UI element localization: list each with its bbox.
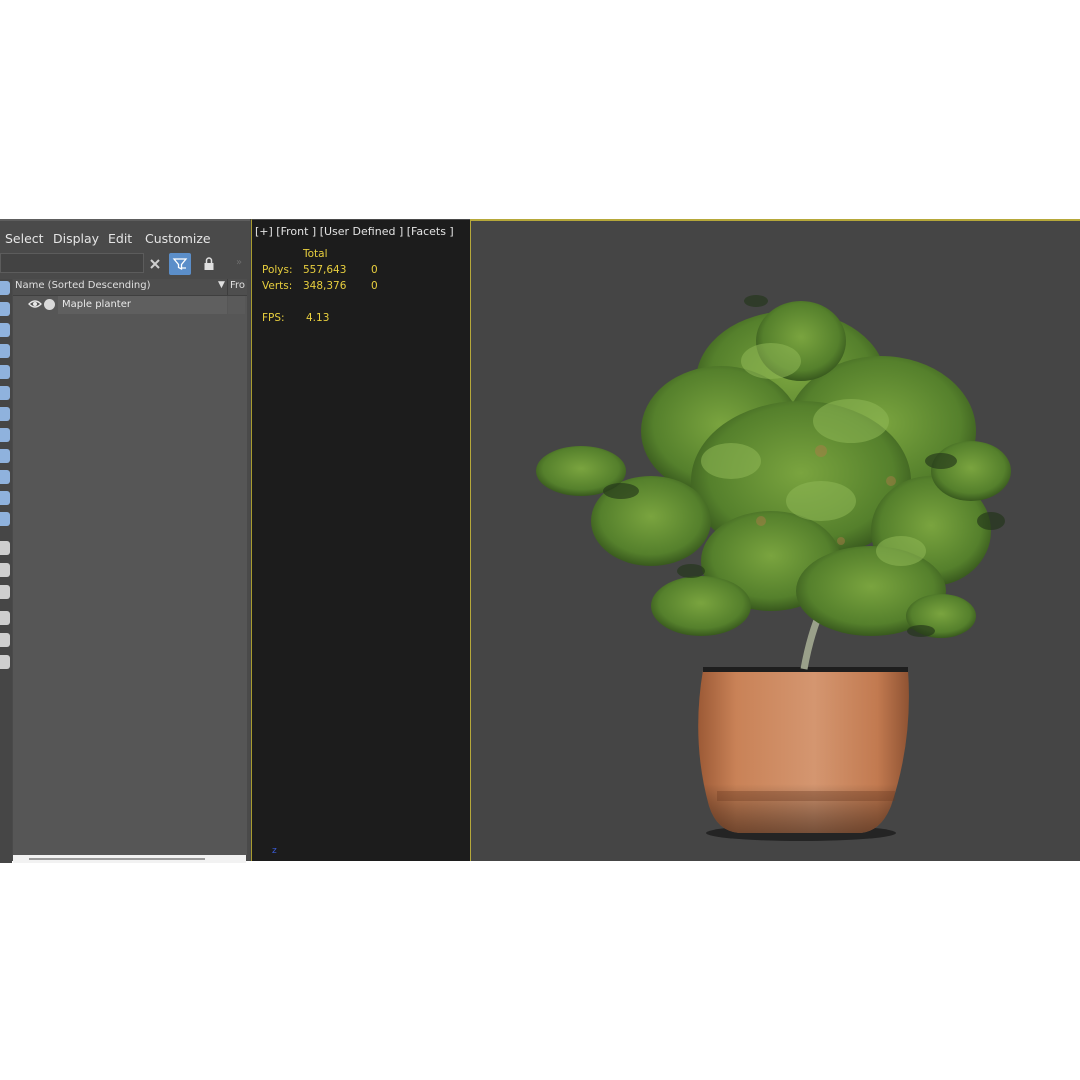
renderable-toggle-icon[interactable] [44, 299, 55, 310]
explorer-menubar: Select Display Edit Customize [0, 221, 250, 253]
menu-display[interactable]: Display [53, 231, 99, 246]
column-frozen-header[interactable]: Fro [230, 280, 245, 291]
column-name-header[interactable]: Name (Sorted Descending) [15, 280, 151, 291]
menu-edit[interactable]: Edit [108, 231, 132, 246]
stats-verts-label: Verts: [262, 280, 293, 292]
stats-fps-label: FPS: [262, 312, 285, 324]
3ds-max-window: Select Display Edit Customize » Name (So… [0, 219, 1080, 863]
stats-polys-selected: 0 [371, 264, 378, 276]
horizontal-scrollbar[interactable] [13, 855, 246, 863]
hidden-filter-icon[interactable] [0, 512, 10, 526]
display-all-icon[interactable] [0, 541, 10, 555]
menu-customize[interactable]: Customize [145, 231, 211, 246]
frozen-filter-icon[interactable] [0, 491, 10, 505]
cameras-filter-icon[interactable] [0, 344, 10, 358]
menu-select[interactable]: Select [5, 231, 44, 246]
groups-filter-icon[interactable] [0, 407, 10, 421]
bones-filter-icon[interactable] [0, 449, 10, 463]
spacewarps-filter-icon[interactable] [0, 386, 10, 400]
column-divider[interactable] [227, 279, 228, 295]
lock-button[interactable] [198, 253, 220, 275]
containers-filter-icon[interactable] [0, 470, 10, 484]
sync-selection-icon[interactable] [0, 611, 10, 625]
stats-polys-label: Polys: [262, 264, 293, 276]
sort-arrow-icon[interactable]: ▼ [218, 280, 225, 290]
viewport-label-menu[interactable]: [+] [Front ] [User Defined ] [Facets ] [255, 225, 454, 238]
select-children-icon[interactable] [0, 655, 10, 669]
filter-icon [172, 258, 188, 271]
stats-polys-value: 557,643 [303, 264, 347, 276]
filter-options-icon[interactable] [0, 633, 10, 647]
axis-gizmo-z-label: z [272, 846, 277, 856]
display-filter-strip [0, 279, 12, 863]
scrollbar-thumb[interactable] [29, 858, 205, 860]
stats-total-header: Total [303, 248, 328, 260]
front-viewport[interactable]: [+] [Front ] [User Defined ] [Facets ] T… [251, 219, 470, 861]
list-column-header: Name (Sorted Descending) ▼ Fro [13, 279, 247, 296]
helpers-filter-icon[interactable] [0, 365, 10, 379]
scene-object-list: Name (Sorted Descending) ▼ Fro Maple pla… [13, 279, 247, 855]
search-input[interactable] [0, 253, 144, 273]
close-icon [150, 259, 160, 269]
geometry-filter-icon[interactable] [0, 281, 10, 295]
stats-verts-selected: 0 [371, 280, 378, 292]
filter-toggle-button[interactable] [169, 253, 191, 275]
eye-icon[interactable] [28, 298, 42, 310]
xrefs-filter-icon[interactable] [0, 428, 10, 442]
maple-planter-render [536, 295, 1011, 841]
stats-fps-value: 4.13 [306, 312, 330, 324]
clear-search-button[interactable] [144, 253, 166, 275]
list-item[interactable]: Maple planter [13, 296, 247, 314]
display-none-icon[interactable] [0, 563, 10, 577]
shapes-filter-icon[interactable] [0, 302, 10, 316]
lights-filter-icon[interactable] [0, 323, 10, 337]
list-item-label: Maple planter [62, 299, 131, 310]
stats-verts-value: 348,376 [303, 280, 347, 292]
invert-display-icon[interactable] [0, 585, 10, 599]
scene-explorer: Select Display Edit Customize » Name (So… [0, 219, 250, 863]
explorer-toolbar: » [0, 253, 250, 277]
lock-icon [204, 257, 214, 270]
row-frozen-cell[interactable] [228, 296, 245, 314]
chevron-right-icon[interactable]: » [236, 257, 242, 268]
main-viewport[interactable] [470, 219, 1080, 861]
